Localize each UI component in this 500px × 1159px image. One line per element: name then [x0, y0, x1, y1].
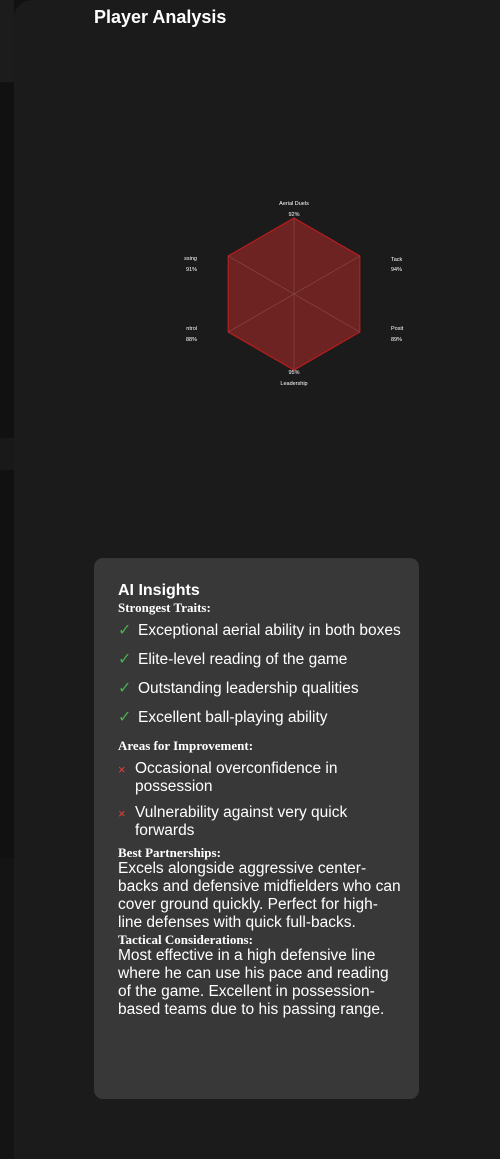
strength-item: ✓ Excellent ball-playing ability [118, 709, 401, 727]
radar-value-positioning: 89% [391, 337, 402, 343]
cross-icon: × [118, 806, 126, 821]
radar-value-ball-control: 88% [186, 337, 197, 343]
strength-item: ✓ Outstanding leadership qualities [118, 680, 401, 698]
radar-value-passing: 91% [186, 267, 197, 273]
check-icon: ✓ [118, 622, 132, 639]
partnerships-text: Excels alongside aggressive center-backs… [118, 860, 401, 931]
check-icon: ✓ [118, 680, 132, 697]
radar-label-aerial-duels: Aerial Duels [279, 201, 309, 207]
radar-value-leadership: 95% [288, 370, 299, 376]
strength-item: ✓ Elite-level reading of the game [118, 651, 401, 669]
improvement-item: × Vulnerability against very quick forwa… [118, 804, 401, 840]
tactical-heading: Tactical Considerations: [118, 932, 253, 947]
improvement-item: × Occasional overconfidence in possessio… [118, 760, 401, 796]
improvements-heading: Areas for Improvement: [118, 738, 254, 753]
strengths-heading: Strongest Traits: [118, 600, 211, 615]
radar-label-positioning: Posit [391, 326, 404, 332]
improvement-text: Occasional overconfidence in possession [135, 760, 338, 795]
background-strip [0, 438, 14, 470]
partnerships-heading: Best Partnerships: [118, 845, 221, 860]
radar-value-aerial-duels: 92% [288, 212, 299, 218]
radar-chart: Aerial Duels 92% Tack 94% Posit 89% 95% … [184, 201, 404, 387]
strength-text: Outstanding leadership qualities [138, 680, 359, 697]
radar-label-tackling: Tack [391, 257, 403, 263]
check-icon: ✓ [118, 651, 132, 668]
strengths-list: ✓ Exceptional aerial ability in both box… [118, 622, 401, 727]
strength-text: Excellent ball-playing ability [138, 709, 328, 726]
radar-value-tackling: 94% [391, 267, 402, 273]
background-strip [0, 858, 14, 1159]
check-icon: ✓ [118, 709, 132, 726]
radar-label-passing: ssing [184, 256, 197, 262]
tactical-text: Most effective in a high defensive line … [118, 947, 389, 1018]
improvement-text: Vulnerability against very quick forward… [135, 804, 348, 839]
strength-text: Exceptional aerial ability in both boxes [138, 622, 401, 639]
radar-label-leadership: Leadership [280, 381, 307, 387]
improvements-list: × Occasional overconfidence in possessio… [118, 760, 401, 840]
cross-icon: × [118, 762, 126, 777]
ai-insights-card: AI Insights Strongest Traits: ✓ Exceptio… [94, 558, 419, 1099]
radar-label-ball-control: ntrol [186, 326, 197, 332]
ai-insights-title: AI Insights [118, 582, 200, 599]
strength-text: Elite-level reading of the game [138, 651, 348, 668]
strength-item: ✓ Exceptional aerial ability in both box… [118, 622, 401, 640]
